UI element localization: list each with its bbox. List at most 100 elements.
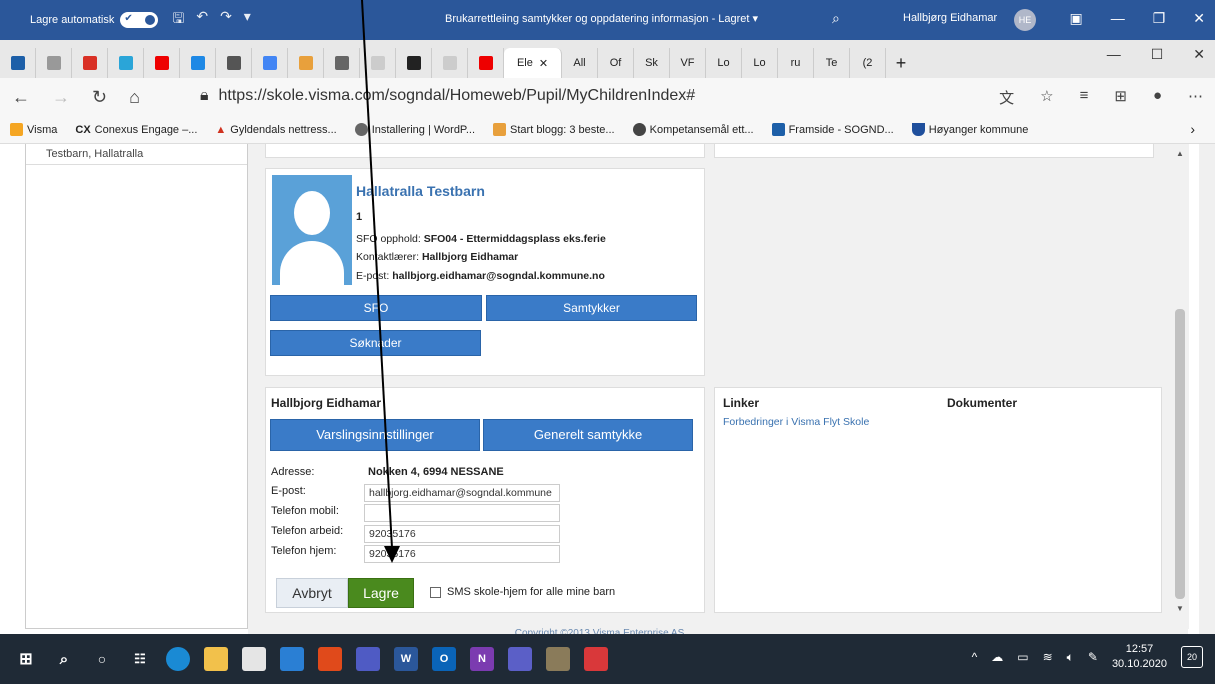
save-icon[interactable]: 🖫 [172, 8, 184, 32]
tab-sk[interactable]: Sk [634, 48, 670, 78]
avatar[interactable]: HE [1014, 9, 1036, 31]
redo-icon[interactable]: ↷ [220, 8, 232, 32]
refresh-icon[interactable]: ↻ [92, 87, 107, 108]
tab-active[interactable]: Ele ✕ [504, 48, 562, 78]
child-list-item[interactable]: Testbarn, Hallatralla [26, 144, 247, 165]
tab-pinned-7[interactable] [216, 48, 252, 78]
teams-chat-icon[interactable] [508, 647, 532, 671]
search-icon[interactable]: ⌕ [832, 10, 840, 27]
task-view-icon[interactable]: ☷ [128, 647, 152, 671]
inner-scrollbar[interactable]: ▲ ▼ [1171, 144, 1189, 629]
url-text[interactable]: https://skole.visma.com/sogndal/Homeweb/… [219, 87, 696, 105]
outer-scrollbar[interactable] [1199, 144, 1215, 634]
favorite-gyldendal[interactable]: ▲ Gyldendals nettress... [215, 124, 336, 136]
chevron-right-icon[interactable]: › [1190, 121, 1195, 137]
wifi-icon[interactable]: ≋ [1043, 650, 1053, 664]
sms-checkbox[interactable] [430, 586, 441, 598]
file-explorer-icon[interactable] [204, 647, 228, 671]
favorite-hoyanger[interactable]: Høyanger kommune [911, 123, 1028, 136]
user-name[interactable]: Hallbjørg Eidhamar [903, 12, 997, 24]
collections-icon[interactable]: ⊞ [1114, 87, 1127, 108]
app-icon[interactable] [546, 647, 570, 671]
close-icon[interactable]: ✕ [1193, 46, 1205, 63]
autosave-toggle[interactable]: Lagre automatisk ✔ [30, 12, 159, 28]
favorite-framside[interactable]: Framside - SOGND... [771, 123, 894, 136]
headset-icon[interactable] [584, 647, 608, 671]
tab-lo-2[interactable]: Lo [742, 48, 778, 78]
favorite-blogg[interactable]: Start blogg: 3 beste... [493, 123, 615, 136]
store-icon[interactable] [242, 647, 266, 671]
cortana-icon[interactable]: ○ [90, 647, 114, 671]
minimize-icon[interactable]: — [1107, 46, 1121, 63]
tab-google[interactable] [252, 48, 288, 78]
tab-facebook[interactable]: (2 [850, 48, 886, 78]
document-title[interactable]: Brukarrettleiing samtykker og oppdaterin… [445, 12, 758, 25]
favorite-conexus[interactable]: CX Conexus Engage –... [75, 124, 197, 136]
tab-pinned-2[interactable] [36, 48, 72, 78]
save-button[interactable]: Lagre [348, 578, 414, 608]
notification-center-icon[interactable]: 20 [1181, 646, 1203, 668]
tab-pinned-4[interactable] [108, 48, 144, 78]
mail-icon[interactable] [280, 647, 304, 671]
scroll-thumb[interactable] [1175, 309, 1185, 599]
link-improvements[interactable]: Forbedringer i Visma Flyt Skole [723, 416, 869, 428]
url-bar[interactable]: 🔒︎ https://skole.visma.com/sogndal/Homew… [200, 87, 695, 105]
close-icon[interactable]: ✕ [1193, 10, 1205, 27]
home-icon[interactable]: ⌂ [129, 87, 140, 108]
tab-ru[interactable]: ru [778, 48, 814, 78]
teams-icon[interactable] [356, 647, 380, 671]
onenote-icon[interactable]: N [470, 647, 494, 671]
office-icon[interactable] [318, 647, 342, 671]
minimize-icon[interactable]: — [1111, 10, 1125, 27]
sms-checkbox-row[interactable]: SMS skole-hjem for alle mine barn [430, 586, 615, 598]
profile-icon[interactable]: ● [1153, 87, 1162, 108]
close-tab-icon[interactable]: ✕ [539, 57, 548, 70]
new-tab-button[interactable]: + [886, 48, 916, 78]
child-name[interactable]: Hallatralla Testbarn [356, 183, 485, 199]
volume-icon[interactable]: 🔈︎ [1067, 650, 1074, 665]
favorite-visma[interactable]: Visma [10, 123, 57, 136]
tab-conexus[interactable] [396, 48, 432, 78]
sfo-button[interactable]: SFO [270, 295, 482, 321]
email-field[interactable] [364, 484, 560, 502]
tab-visma[interactable] [0, 48, 36, 78]
more-icon[interactable]: ⋯ [1188, 87, 1203, 108]
tab-te[interactable]: Te [814, 48, 850, 78]
onedrive-icon[interactable]: ☁ [991, 650, 1003, 664]
ribbon-display-icon[interactable]: ▣ [1069, 10, 1082, 27]
word-icon[interactable]: W [394, 647, 418, 671]
chevron-up-icon[interactable]: ^ [972, 650, 978, 664]
tab-document[interactable] [360, 48, 396, 78]
undo-icon[interactable]: ↶ [196, 8, 208, 32]
favorite-star-icon[interactable]: ☆ [1040, 87, 1053, 108]
favorites-icon[interactable]: ≡ [1080, 87, 1089, 108]
tab-pinned-9[interactable] [288, 48, 324, 78]
back-icon[interactable]: ← [12, 87, 30, 108]
scroll-up-icon[interactable]: ▲ [1176, 149, 1184, 158]
pen-icon[interactable]: ✎ [1088, 650, 1098, 664]
consents-button[interactable]: Samtykker [486, 295, 697, 321]
work-phone-field[interactable] [364, 525, 560, 543]
windows-start-icon[interactable]: ⊞ [14, 647, 38, 671]
tab-of[interactable]: Of [598, 48, 634, 78]
edge-icon[interactable] [166, 647, 190, 671]
cancel-button[interactable]: Avbryt [276, 578, 348, 608]
translate-icon[interactable]: 文 [999, 87, 1014, 108]
clock[interactable]: 12:57 30.10.2020 [1112, 642, 1167, 672]
mobile-phone-field[interactable] [364, 504, 560, 522]
outlook-icon[interactable]: O [432, 647, 456, 671]
forward-icon[interactable]: → [52, 87, 70, 108]
favorite-wordpress[interactable]: Installering | WordP... [354, 123, 475, 136]
restore-icon[interactable]: ❐ [1153, 10, 1166, 27]
tab-vf[interactable]: VF [670, 48, 706, 78]
notification-settings-button[interactable]: Varslingsinnstillinger [270, 419, 480, 451]
toggle-switch[interactable]: ✔ [120, 12, 159, 28]
maximize-icon[interactable]: ☐ [1151, 46, 1164, 63]
tab-document-2[interactable] [432, 48, 468, 78]
tab-gmail[interactable] [72, 48, 108, 78]
search-icon[interactable]: ⌕ [52, 647, 76, 671]
tab-youtube[interactable] [144, 48, 180, 78]
tab-youtube-2[interactable] [468, 48, 504, 78]
tab-wordpress[interactable] [324, 48, 360, 78]
home-phone-field[interactable] [364, 545, 560, 563]
